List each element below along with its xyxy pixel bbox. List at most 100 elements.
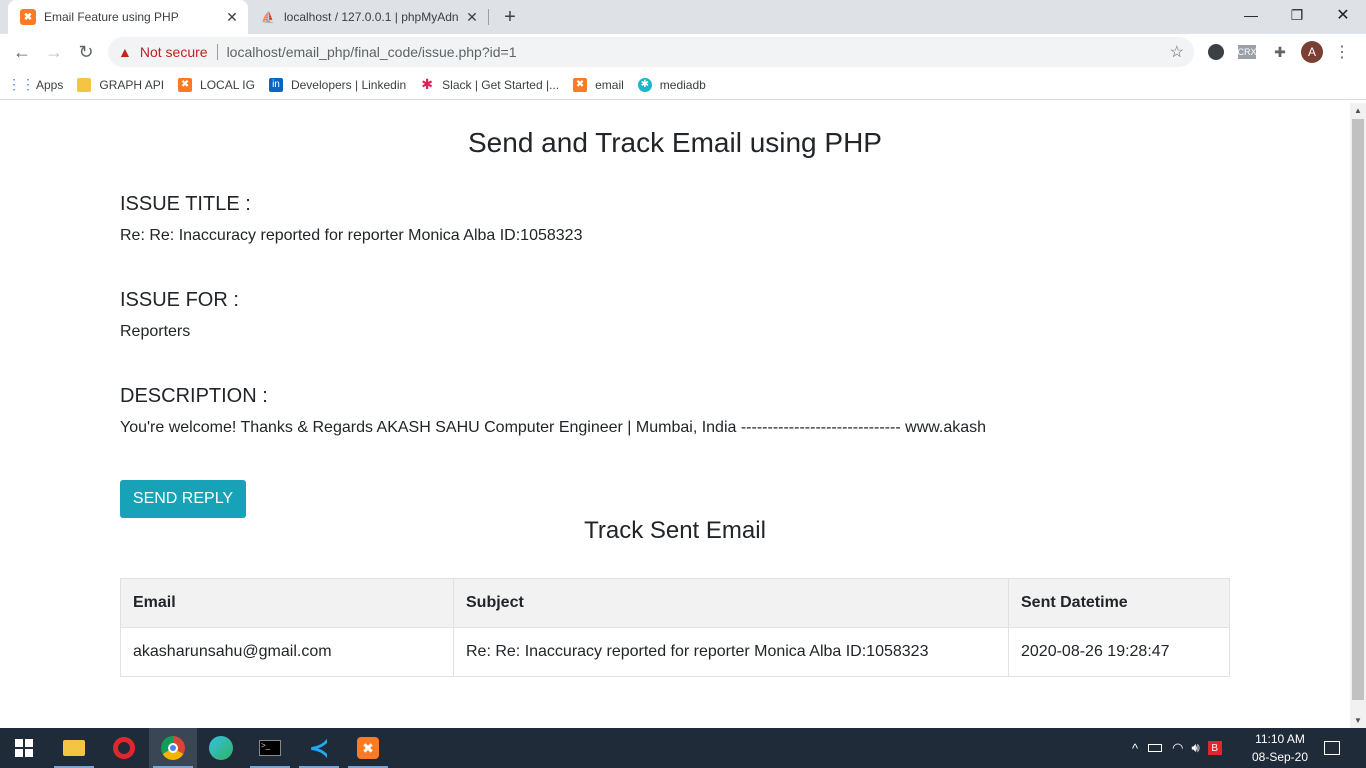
app-tray-icon[interactable]: B [1207,741,1222,755]
new-tab-button[interactable]: + [498,5,522,29]
issue-title-label: ISSUE TITLE : [120,193,251,215]
terminal-button[interactable]: >_ [246,728,294,768]
opera-icon [113,737,135,759]
bookmark-label: LOCAL IG [200,77,255,92]
linkedin-icon: in [268,77,283,92]
cell-subject: Re: Re: Inaccuracy reported for reporter… [453,627,1009,677]
xampp-icon: ✖ [178,77,193,92]
bookmark-label: Slack | Get Started |... [442,77,560,92]
notification-icon [1324,741,1340,755]
wifi-icon[interactable]: ◠ [1172,740,1183,756]
xampp-button[interactable]: ✖ [344,728,392,768]
page-content: Send and Track Email using PHP ISSUE TIT… [0,103,1350,728]
tab-phpmyadmin[interactable]: ⛵ localhost / 127.0.0.1 | phpMyAdn ✕ [248,0,488,34]
cell-sent-datetime: 2020-08-26 19:28:47 [1008,627,1230,677]
issue-for-value: Reporters [120,323,191,340]
back-button[interactable]: ← [8,38,36,66]
restore-button[interactable]: ❐ [1274,0,1320,30]
extension-icon[interactable] [1206,42,1226,62]
close-tab-icon[interactable]: ✕ [222,7,242,27]
tab-title: localhost / 127.0.0.1 | phpMyAdn [284,10,459,24]
browser-toolbar: ← → ↻ ▲ Not secure localhost/email_php/f… [0,34,1366,70]
opera-button[interactable] [100,728,148,768]
bookmarks-bar: ⋮⋮ Apps GRAPH API ✖ LOCAL IG in Develope… [0,70,1366,100]
crx-extension-icon[interactable]: CRX [1238,45,1257,59]
bookmark-label: mediadb [659,77,706,92]
table-row: akasharunsahu@gmail.com Re: Re: Inaccura… [120,627,1230,677]
vscode-icon: ≺ [308,734,330,762]
notifications-button[interactable] [1324,728,1340,768]
bookmark-email[interactable]: ✖ email [573,77,624,92]
scroll-down-icon[interactable]: ▼ [1354,716,1362,725]
forward-button[interactable]: → [40,38,68,66]
column-header-sent-datetime: Sent Datetime [1008,578,1230,628]
bookmark-label: Apps [36,77,64,92]
track-heading: Track Sent Email [584,517,766,544]
table-header-row: Email Subject Sent Datetime [120,578,1230,628]
reload-button[interactable]: ↻ [72,38,100,66]
vscode-button[interactable]: ≺ [295,728,343,768]
chevron-up-icon[interactable]: ^ [1132,741,1138,756]
bookmark-linkedin[interactable]: in Developers | Linkedin [268,77,407,92]
warning-icon[interactable]: ▲ [118,44,132,60]
folder-icon [77,77,92,92]
menu-icon[interactable]: ⋮ [1334,41,1350,63]
bookmark-local-ig[interactable]: ✖ LOCAL IG [178,77,255,92]
system-tray: ^ ◠ 🔊︎ B [1132,728,1222,768]
star-icon[interactable]: ☆ [1170,42,1184,62]
tab-separator [488,9,489,25]
xampp-icon: ✖ [20,9,36,25]
clock-time: 11:10 AM [1255,732,1305,746]
bookmark-apps[interactable]: ⋮⋮ Apps [7,76,64,92]
slack-icon: ✱ [421,76,434,92]
bookmark-label: Developers | Linkedin [290,77,407,92]
description-value: You're welcome! Thanks & Regards AKASH S… [120,419,987,436]
close-window-button[interactable]: ✕ [1320,0,1366,30]
battery-icon[interactable] [1148,744,1163,752]
windows-taskbar: >_ ≺ ✖ ^ ◠ 🔊︎ B 11:10 AM 08-Sep-20 [0,728,1366,768]
mediadb-icon: ✱ [637,77,652,92]
bookmark-label: email [595,77,624,92]
tab-title: Email Feature using PHP [44,10,179,24]
tab-email-feature[interactable]: ✖ Email Feature using PHP ✕ [8,0,248,34]
tab-strip: ✖ Email Feature using PHP ✕ ⛵ localhost … [0,0,1366,34]
issue-for-label: ISSUE FOR : [120,289,239,311]
apps-grid-icon: ⋮⋮ [7,76,35,92]
column-header-subject: Subject [453,578,1009,628]
issue-title-value: Re: Re: Inaccuracy reported for reporter… [120,227,583,244]
folder-icon [63,740,85,756]
avatar[interactable]: A [1301,41,1323,63]
edge-icon [209,736,233,760]
edge-button[interactable] [197,728,245,768]
terminal-icon: >_ [259,740,281,756]
bookmark-mediadb[interactable]: ✱ mediadb [637,77,706,92]
page-title: Send and Track Email using PHP [468,127,882,158]
column-header-email: Email [120,578,454,628]
bookmark-graph-api[interactable]: GRAPH API [77,77,165,92]
minimize-button[interactable]: — [1228,0,1274,30]
file-explorer-button[interactable] [50,728,98,768]
system-clock[interactable]: 11:10 AM 08-Sep-20 [1245,730,1315,766]
puzzle-icon[interactable]: ✚ [1270,42,1290,62]
start-button[interactable] [0,728,48,768]
bookmark-slack[interactable]: ✱ Slack | Get Started |... [420,76,560,92]
address-divider [216,44,218,60]
sent-email-table: Email Subject Sent Datetime akasharunsah… [120,578,1230,677]
security-label[interactable]: Not secure [140,44,208,60]
phpmyadmin-icon: ⛵ [261,11,275,24]
address-bar[interactable]: ▲ Not secure localhost/email_php/final_c… [108,37,1194,67]
bookmark-label: GRAPH API [99,77,165,92]
page-scrollbar[interactable]: ▲ ▼ [1350,103,1366,728]
xampp-icon: ✖ [357,737,379,759]
volume-icon[interactable]: 🔊︎ [1191,740,1199,756]
scrollbar-thumb[interactable] [1352,119,1364,700]
send-reply-button[interactable]: SEND REPLY [120,480,246,518]
chrome-button[interactable] [149,728,197,768]
scroll-up-icon[interactable]: ▲ [1354,106,1362,115]
url-text[interactable]: localhost/email_php/final_code/issue.php… [227,44,517,60]
cell-email: akasharunsahu@gmail.com [120,627,454,677]
xampp-icon: ✖ [573,77,588,92]
close-tab-icon[interactable]: ✕ [462,7,482,27]
description-label: DESCRIPTION : [120,385,268,407]
chrome-icon [161,736,185,760]
